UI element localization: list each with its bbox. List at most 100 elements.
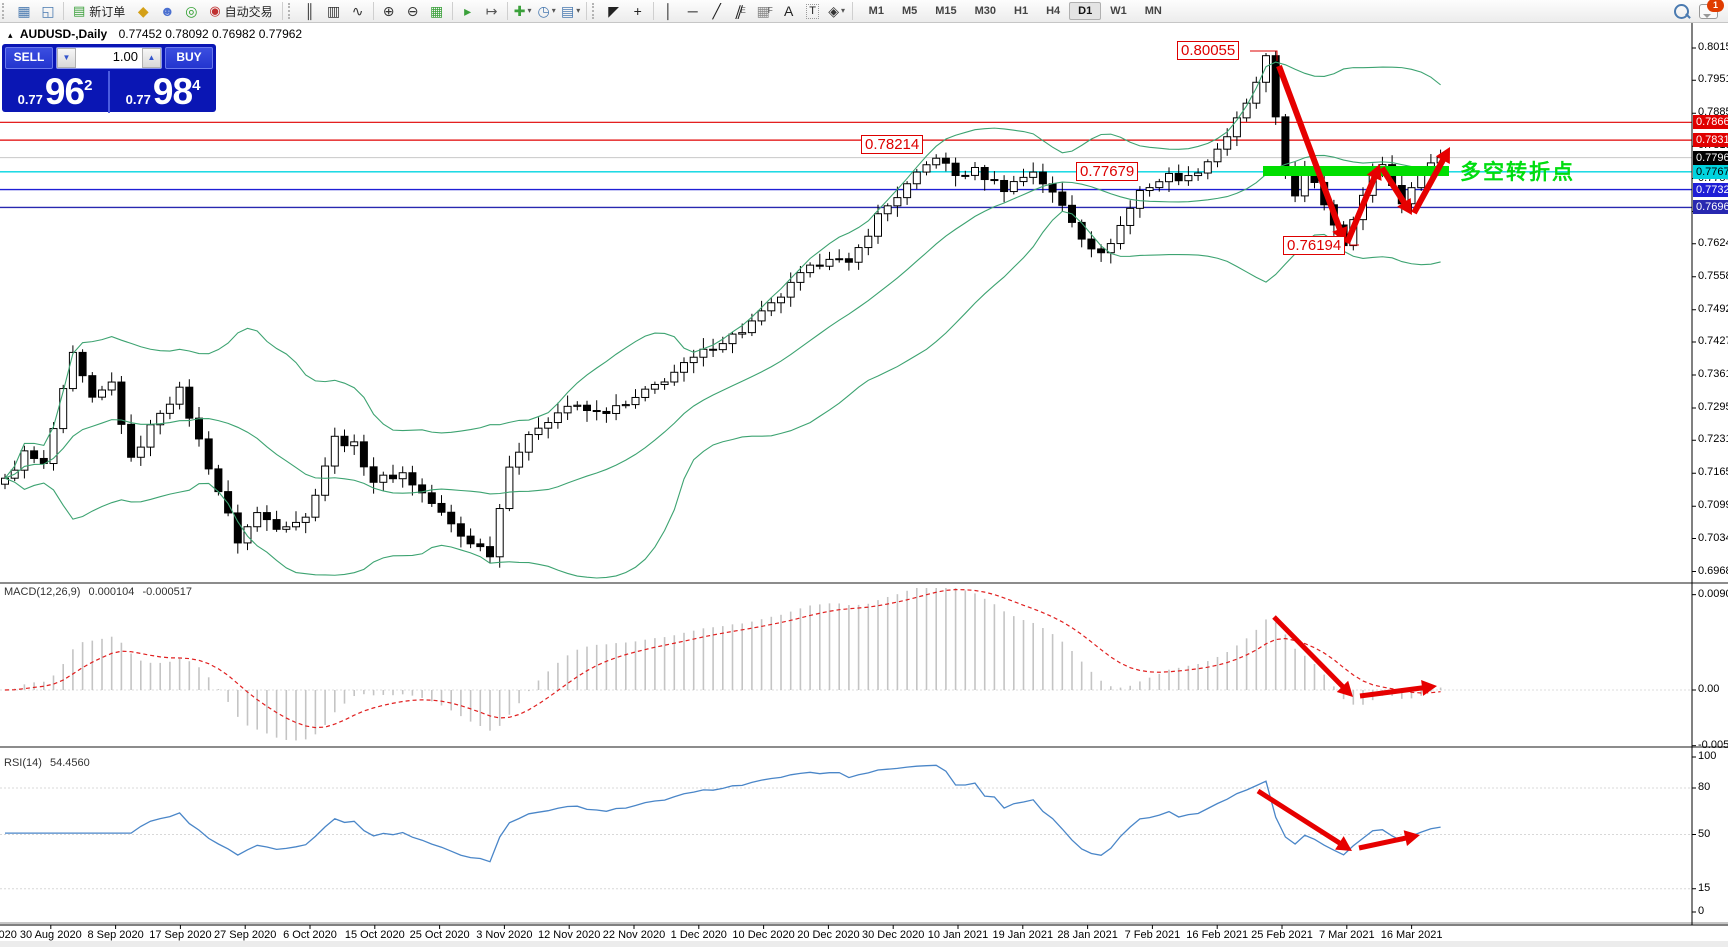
price-tick-label: 0.70345 [1698, 532, 1728, 544]
candle [593, 411, 600, 412]
price-tick-label: 0.72310 [1698, 433, 1728, 445]
zoom-out-icon[interactable]: ⊖ [401, 1, 425, 21]
timeframe-button-mn[interactable]: MN [1136, 2, 1171, 20]
market-watch-icon[interactable]: ◆ [131, 1, 155, 21]
candle [60, 389, 67, 429]
bollinger-middle-line [5, 155, 1441, 494]
candle [962, 175, 969, 176]
date-label: 10 Dec 2020 [732, 929, 794, 941]
periods-icon[interactable]: ◷▾ [535, 1, 559, 21]
tile-windows-icon[interactable]: ▦ [425, 1, 449, 21]
turning-point-annotation[interactable]: 多空转折点 [1460, 156, 1575, 186]
candle [302, 517, 309, 522]
price-callout[interactable]: 0.77679 [1076, 162, 1138, 181]
rsi-panel-label: RSI(14) 54.4560 [4, 757, 95, 769]
text-label-icon[interactable]: T [801, 1, 825, 21]
signals-icon[interactable]: ◎ [179, 1, 203, 21]
timeframe-button-d1[interactable]: D1 [1069, 2, 1101, 20]
buy-price[interactable]: 0.77 98 4 [110, 71, 216, 113]
timeframe-button-w1[interactable]: W1 [1101, 2, 1136, 20]
templates-icon[interactable]: ▤▾ [559, 1, 583, 21]
price-badge: 0.78669 [1693, 115, 1728, 129]
price-tick-label: 0.70990 [1698, 499, 1728, 511]
search-icon[interactable] [1674, 4, 1689, 19]
charts-grid-icon[interactable]: ▦ [12, 1, 36, 21]
candle [875, 214, 882, 236]
charts-grid-icon: ▦ [17, 1, 30, 21]
chart-ohlc-values: 0.77452 0.78092 0.76982 0.77962 [119, 27, 303, 41]
community-icon[interactable]: ☻ [155, 1, 179, 21]
timeframe-button-m30[interactable]: M30 [966, 2, 1005, 20]
candle [923, 165, 930, 172]
price-callout[interactable]: 0.78214 [861, 135, 923, 154]
cursor-icon[interactable]: ◤ [602, 1, 626, 21]
line-chart-icon: ∿ [352, 1, 364, 21]
candlestick-chart-icon[interactable]: ▥ [322, 1, 346, 21]
price-badge: 0.78313 [1693, 133, 1728, 147]
sell-button[interactable]: SELL [5, 47, 53, 69]
equidistant-channel-icon[interactable]: ∥E [729, 1, 753, 21]
candle [1127, 208, 1134, 225]
volume-decrease-button[interactable]: ▼ [57, 48, 76, 68]
bar-chart-icon[interactable]: ║ [298, 1, 322, 21]
chart-title-icon: ▴ [8, 30, 13, 40]
candle [69, 352, 76, 388]
price-callout[interactable]: 0.80055 [1177, 41, 1239, 60]
macd-panel-label: MACD(12,26,9) 0.000104 -0.000517 [4, 586, 197, 598]
candle [467, 536, 474, 544]
horizontal-line-icon: ─ [688, 1, 698, 21]
candle [855, 248, 862, 263]
text-icon[interactable]: A [777, 1, 801, 21]
candle [1117, 225, 1124, 243]
buy-button[interactable]: BUY [165, 47, 213, 69]
candle [1156, 182, 1163, 188]
chart-shift-icon[interactable]: ↦ [480, 1, 504, 21]
volume-input[interactable]: 1.00 [76, 48, 142, 68]
auto-trading-button-label: 自动交易 [225, 3, 273, 20]
data-window-icon[interactable]: ◱ [36, 1, 60, 21]
chart-symbol-label: AUDUSD-,Daily [20, 27, 107, 41]
indicators-icon[interactable]: ✚▾ [511, 1, 535, 21]
notifications-icon[interactable]: 1 [1699, 4, 1718, 19]
vertical-line-icon[interactable]: │ [657, 1, 681, 21]
cursor-icon: ◤ [608, 1, 619, 21]
candle [1088, 239, 1095, 249]
sell-price-pip: 2 [84, 77, 92, 94]
date-label: 7 Mar 2021 [1319, 929, 1375, 941]
rsi-line [5, 765, 1441, 861]
toolbar-items: ▦◱▤新订单◆☻◎◉自动交易║▥∿⊕⊖▦▸↦✚▾◷▾▤▾◤+│─╱∥E▦FAT◈… [0, 1, 856, 21]
horizontal-line-icon[interactable]: ─ [681, 1, 705, 21]
price-callout[interactable]: 0.76194 [1283, 236, 1345, 255]
candle [603, 411, 610, 413]
zoom-in-icon[interactable]: ⊕ [377, 1, 401, 21]
trendline-icon[interactable]: ╱ [705, 1, 729, 21]
candle [1146, 188, 1153, 191]
timeframe-button-m1[interactable]: M1 [860, 2, 893, 20]
price-tick-label: 0.72955 [1698, 401, 1728, 413]
new-order-button[interactable]: ▤新订单 [67, 1, 131, 21]
auto-scroll-icon[interactable]: ▸ [456, 1, 480, 21]
candle [700, 349, 707, 357]
auto-trading-button[interactable]: ◉自动交易 [203, 1, 278, 21]
candle [118, 382, 125, 424]
candle [729, 334, 736, 344]
sell-price[interactable]: 0.77 96 2 [2, 71, 110, 113]
price-tick-label: 0.80155 [1698, 41, 1728, 53]
volume-increase-button[interactable]: ▲ [142, 48, 161, 68]
date-label: 30 Dec 2020 [862, 929, 924, 941]
candle [1263, 56, 1270, 83]
fibonacci-icon[interactable]: ▦F [753, 1, 777, 21]
timeframe-button-h4[interactable]: H4 [1037, 2, 1069, 20]
candle [1272, 56, 1279, 117]
candle [506, 467, 513, 508]
crosshair-icon[interactable]: + [626, 1, 650, 21]
price-badge: 0.77323 [1693, 183, 1728, 197]
date-label: 25 Feb 2021 [1251, 929, 1313, 941]
candle [487, 547, 494, 557]
line-chart-icon[interactable]: ∿ [346, 1, 370, 21]
arrows-icon[interactable]: ◈▾ [825, 1, 849, 21]
timeframe-button-h1[interactable]: H1 [1005, 2, 1037, 20]
rsi-label: RSI(14) [4, 757, 42, 769]
timeframe-button-m15[interactable]: M15 [926, 2, 965, 20]
timeframe-button-m5[interactable]: M5 [893, 2, 926, 20]
